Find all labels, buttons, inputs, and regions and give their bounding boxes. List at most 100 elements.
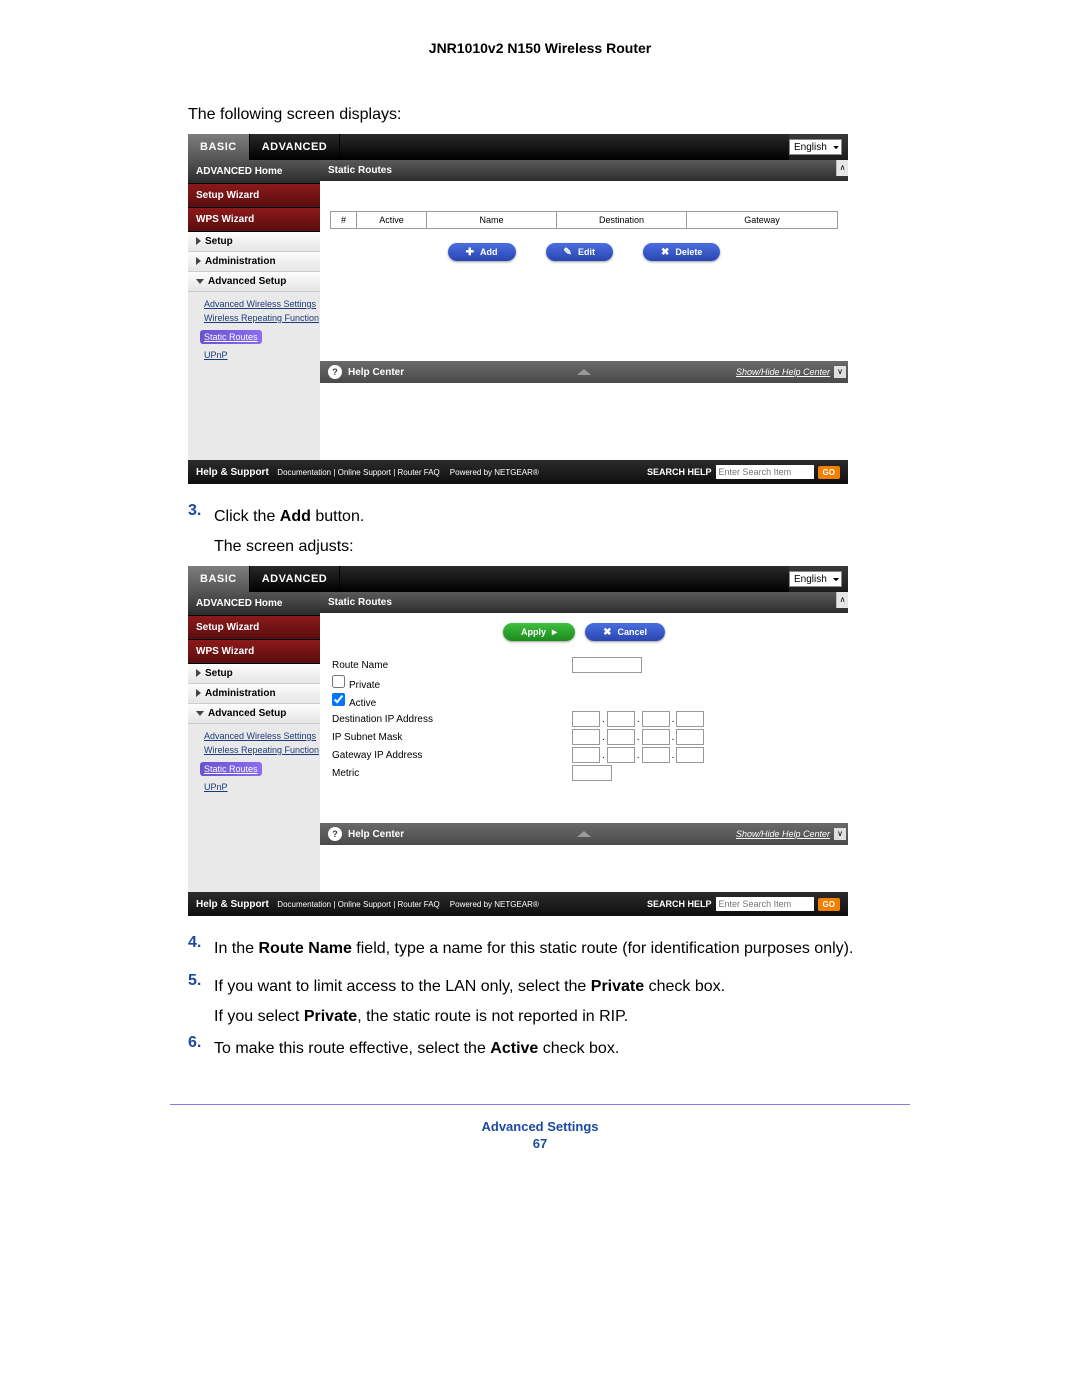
tab-bar: BASIC ADVANCED English	[188, 134, 848, 160]
chevron-right-icon	[196, 669, 201, 677]
sublink-wireless-repeating[interactable]: Wireless Repeating Function	[204, 313, 320, 324]
tab-basic[interactable]: BASIC	[188, 134, 250, 160]
route-name-label: Route Name	[332, 660, 492, 671]
sidebar: ADVANCED Home Setup Wizard WPS Wizard Se…	[188, 160, 320, 460]
step-3-text: Click the Add button.	[214, 508, 910, 526]
sidebar-advanced-home[interactable]: ADVANCED Home	[188, 592, 320, 616]
support-links[interactable]: Documentation | Online Support | Router …	[277, 900, 439, 909]
sidebar-advanced-home[interactable]: ADVANCED Home	[188, 160, 320, 184]
support-links[interactable]: Documentation | Online Support | Router …	[277, 468, 439, 477]
go-button[interactable]: GO	[818, 466, 840, 479]
sidebar-setup-wizard[interactable]: Setup Wizard	[188, 184, 320, 208]
scroll-up-icon[interactable]: ∧	[836, 160, 848, 176]
powered-by: Powered by NETGEAR®	[450, 900, 539, 909]
step-number-4: 4.	[188, 934, 214, 964]
tab-basic[interactable]: BASIC	[188, 566, 250, 592]
language-select[interactable]: English	[789, 571, 842, 587]
step-6-text: To make this route effective, select the…	[214, 1040, 910, 1058]
sublink-upnp[interactable]: UPnP	[204, 782, 320, 793]
scroll-down-icon[interactable]: ∨	[834, 828, 846, 840]
subnet-2[interactable]	[607, 729, 635, 745]
col-name: Name	[427, 212, 557, 228]
col-active: Active	[357, 212, 427, 228]
help-center-bar: ? Help Center Show/Hide Help Center ∨	[320, 361, 848, 383]
sidebar-wps-wizard[interactable]: WPS Wizard	[188, 640, 320, 664]
subnet-1[interactable]	[572, 729, 600, 745]
sublink-upnp[interactable]: UPnP	[204, 350, 320, 361]
dest-ip-2[interactable]	[607, 711, 635, 727]
footer-divider	[170, 1104, 910, 1105]
routes-table: # Active Name Destination Gateway	[330, 211, 838, 229]
step-3-sub: The screen adjusts:	[214, 538, 910, 556]
chevron-right-icon	[196, 237, 201, 245]
doc-title: JNR1010v2 N150 Wireless Router	[170, 40, 910, 56]
sublink-static-routes[interactable]: Static Routes	[200, 330, 262, 345]
metric-input[interactable]	[572, 765, 612, 781]
help-support-label: Help & Support	[196, 467, 269, 478]
sublink-advanced-wireless[interactable]: Advanced Wireless Settings	[204, 299, 320, 310]
close-icon: ✖	[603, 627, 611, 638]
gw-ip-1[interactable]	[572, 747, 600, 763]
sidebar-setup[interactable]: Setup	[188, 664, 320, 684]
help-center-label: Help Center	[348, 367, 404, 378]
step-4-text: In the Route Name field, type a name for…	[214, 940, 910, 958]
sidebar-wps-wizard[interactable]: WPS Wizard	[188, 208, 320, 232]
help-icon[interactable]: ?	[328, 365, 342, 379]
search-input[interactable]	[716, 897, 814, 911]
help-icon[interactable]: ?	[328, 827, 342, 841]
gw-ip-3[interactable]	[642, 747, 670, 763]
screenshot-static-routes-add: BASIC ADVANCED English ADVANCED Home Set…	[188, 566, 848, 916]
gw-ip-2[interactable]	[607, 747, 635, 763]
tab-advanced[interactable]: ADVANCED	[250, 134, 341, 160]
go-button[interactable]: GO	[818, 898, 840, 911]
dest-ip-1[interactable]	[572, 711, 600, 727]
edit-button[interactable]: ✎Edit	[546, 243, 613, 261]
sidebar-setup-wizard[interactable]: Setup Wizard	[188, 616, 320, 640]
dest-ip-4[interactable]	[676, 711, 704, 727]
chevron-right-icon: ▸	[552, 627, 557, 638]
show-hide-help-link[interactable]: Show/Hide Help Center	[736, 829, 830, 839]
expand-up-icon[interactable]	[577, 369, 591, 375]
panel-title: Static Routes	[320, 592, 848, 613]
sublink-wireless-repeating[interactable]: Wireless Repeating Function	[204, 745, 320, 756]
apply-button[interactable]: Apply▸	[503, 623, 575, 641]
route-name-input[interactable]	[572, 657, 642, 673]
step-number-6: 6.	[188, 1034, 214, 1064]
sidebar-administration[interactable]: Administration	[188, 252, 320, 272]
sidebar-advanced-setup[interactable]: Advanced Setup	[188, 272, 320, 292]
sidebar-setup[interactable]: Setup	[188, 232, 320, 252]
dest-ip-label: Destination IP Address	[332, 714, 492, 725]
show-hide-help-link[interactable]: Show/Hide Help Center	[736, 367, 830, 377]
sublink-advanced-wireless[interactable]: Advanced Wireless Settings	[204, 731, 320, 742]
subnet-4[interactable]	[676, 729, 704, 745]
step-number-3: 3.	[188, 502, 214, 532]
tab-advanced[interactable]: ADVANCED	[250, 566, 341, 592]
gw-ip-4[interactable]	[676, 747, 704, 763]
step-5-sub: If you select Private, the static route …	[214, 1008, 910, 1026]
col-destination: Destination	[557, 212, 687, 228]
sidebar-advanced-setup[interactable]: Advanced Setup	[188, 704, 320, 724]
active-checkbox[interactable]	[332, 693, 345, 706]
help-center-label: Help Center	[348, 829, 404, 840]
chevron-down-icon	[196, 279, 204, 284]
subnet-label: IP Subnet Mask	[332, 732, 492, 743]
footer-title: Advanced Settings	[170, 1119, 910, 1134]
add-button[interactable]: ✚Add	[448, 243, 516, 261]
sidebar-administration[interactable]: Administration	[188, 684, 320, 704]
delete-button[interactable]: ✖Delete	[643, 243, 720, 261]
private-checkbox[interactable]	[332, 675, 345, 688]
expand-up-icon[interactable]	[577, 831, 591, 837]
language-select[interactable]: English	[789, 139, 842, 155]
search-input[interactable]	[716, 465, 814, 479]
col-number: #	[331, 212, 357, 228]
subnet-3[interactable]	[642, 729, 670, 745]
chevron-right-icon	[196, 257, 201, 265]
search-help-label: SEARCH HELP	[647, 467, 712, 477]
sublink-static-routes[interactable]: Static Routes	[200, 762, 262, 777]
close-icon: ✖	[661, 247, 669, 258]
scroll-down-icon[interactable]: ∨	[834, 366, 846, 378]
dest-ip-3[interactable]	[642, 711, 670, 727]
support-bar: Help & Support Documentation | Online Su…	[188, 460, 848, 484]
scroll-up-icon[interactable]: ∧	[836, 592, 848, 608]
cancel-button[interactable]: ✖Cancel	[585, 623, 665, 641]
